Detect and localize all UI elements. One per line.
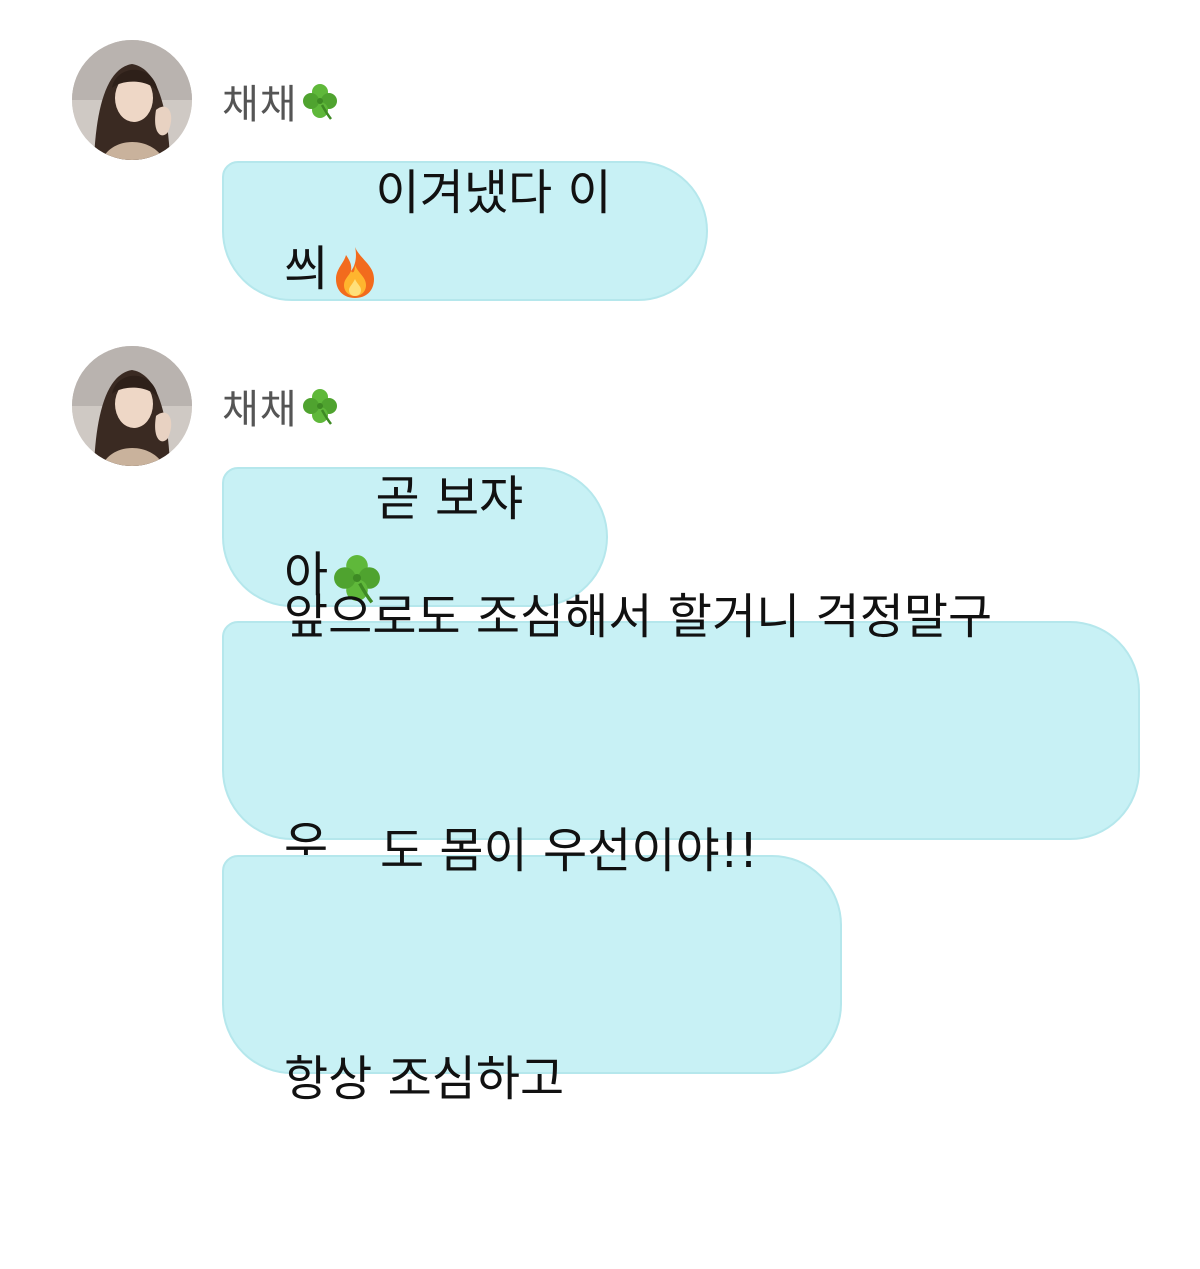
message-bubble[interactable]: 도 몸이 우선이야!! 항상 조심하고 [222,823,842,1107]
fire-icon [330,245,380,299]
message-bubble[interactable]: 이겨냈다 이씌 [222,161,708,301]
avatar[interactable] [72,40,192,160]
message-text: 도 몸이 우선이야!! 항상 조심하고 [284,822,759,1107]
avatar[interactable] [72,346,192,466]
message-text: 이겨냈다 이씌 [284,165,612,299]
